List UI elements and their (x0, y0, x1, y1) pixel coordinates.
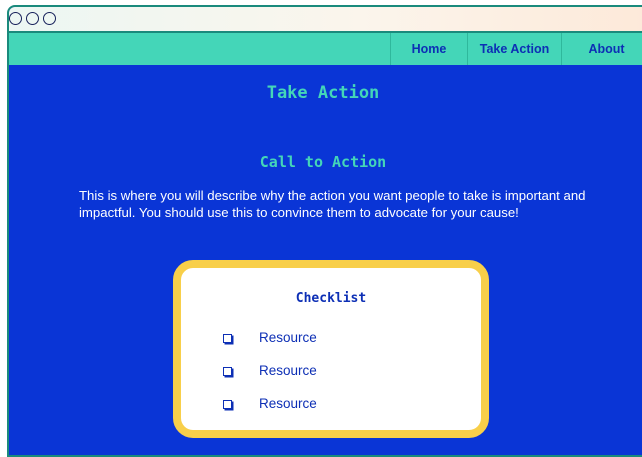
checkbox-icon[interactable] (223, 400, 232, 409)
checkbox-icon[interactable] (223, 334, 232, 343)
nav-home-link[interactable]: Home (390, 33, 467, 65)
checklist-item-label[interactable]: Resource (259, 330, 317, 345)
nav-about-link[interactable]: About (561, 33, 642, 65)
navbar: Home Take Action About (9, 33, 642, 65)
checklist-card: Checklist Resource Resource Resource (173, 260, 489, 438)
checklist-title: Checklist (295, 291, 367, 306)
browser-window: Home Take Action About Take Action Call … (7, 5, 642, 457)
call-to-action-description: This is where you will describe why the … (79, 188, 586, 220)
page-title: Take Action (266, 83, 380, 103)
checklist-item: Resource (181, 395, 481, 415)
checkbox-icon[interactable] (223, 367, 232, 376)
checklist-item-label[interactable]: Resource (259, 363, 317, 378)
window-control-dot-icon[interactable] (9, 12, 22, 25)
nav-take-action-link[interactable]: Take Action (467, 33, 561, 65)
window-control-dot-icon[interactable] (43, 12, 56, 25)
window-control-dot-icon[interactable] (26, 12, 39, 25)
checklist-item: Resource (181, 329, 481, 349)
window-titlebar (9, 7, 642, 33)
checklist-item: Resource (181, 362, 481, 382)
checklist-item-label[interactable]: Resource (259, 396, 317, 411)
call-to-action-heading: Call to Action (259, 153, 387, 171)
